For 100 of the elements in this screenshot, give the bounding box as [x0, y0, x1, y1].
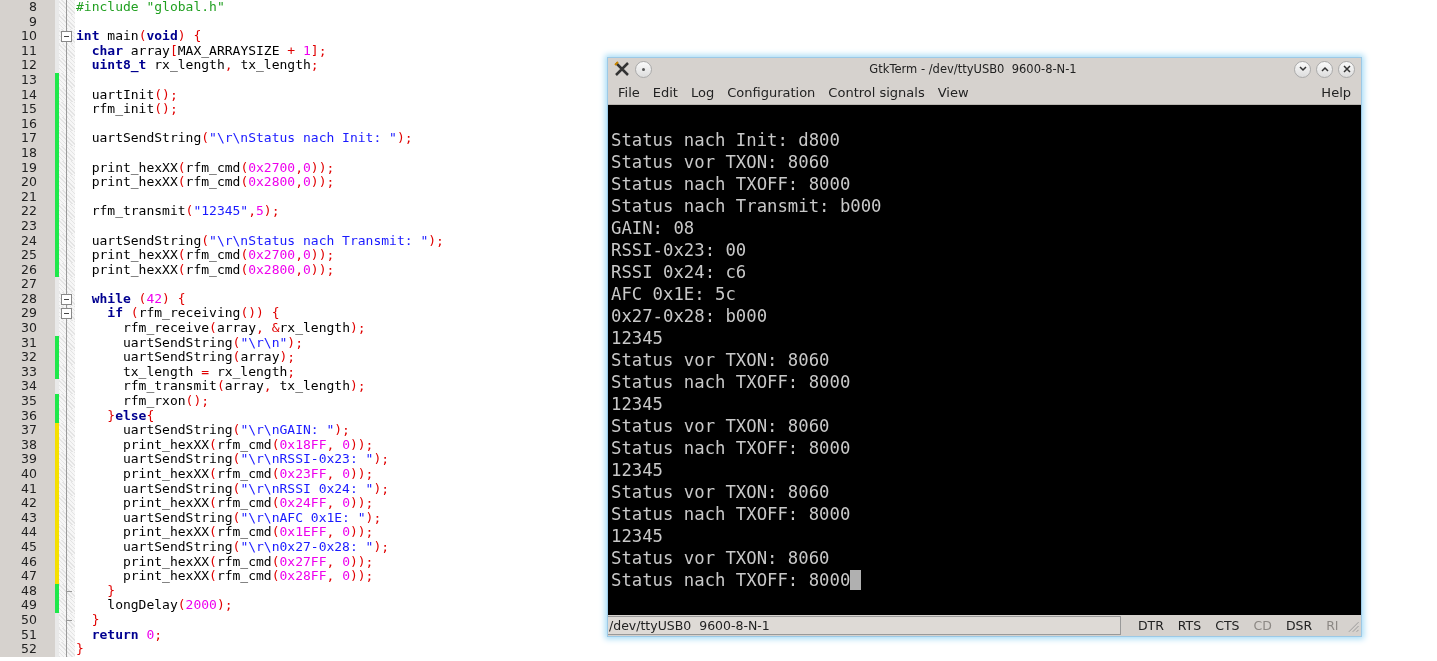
fold-margin — [59, 102, 75, 117]
operator: { — [146, 407, 155, 423]
string-literal: "\r\nStatus nach Init: " — [209, 130, 397, 146]
number-literal: 0 — [303, 159, 311, 175]
operator: ( — [209, 568, 217, 584]
operator: (); — [154, 101, 178, 117]
line-number: 12 — [0, 58, 55, 73]
terminal-line: RSSI 0x24: c6 — [611, 261, 747, 283]
number-literal: 0 — [342, 436, 350, 452]
operator: , — [263, 378, 272, 394]
operator: ( — [177, 159, 186, 175]
operator: ( — [232, 538, 241, 554]
line-number: 34 — [0, 379, 55, 395]
number-literal: 0 — [303, 174, 311, 190]
terminal-line: Status nach Init: d800 — [611, 129, 840, 151]
chevron-down-icon — [1298, 66, 1307, 72]
fold-margin — [59, 350, 75, 365]
terminal-line: Status vor TXON: 8060 — [611, 547, 830, 569]
number-literal: 0x28FF — [279, 568, 327, 584]
number-literal: 0x18FF — [279, 436, 327, 452]
operator: ( — [240, 247, 249, 263]
code-text: tx_length — [240, 57, 311, 73]
chevron-up-icon — [1320, 66, 1329, 72]
number-literal: 2000 — [185, 597, 217, 613]
string-literal: "12345" — [193, 203, 249, 219]
operator: ( — [271, 466, 280, 481]
close-button[interactable] — [1338, 60, 1355, 78]
operator: ); — [373, 480, 390, 496]
fold-margin — [59, 0, 75, 15]
terminal-line: Status nach TXOFF: 8000 — [611, 173, 851, 195]
menu-item[interactable]: Control signals — [828, 84, 925, 100]
terminal-line: GAIN: 08 — [611, 217, 695, 239]
code-text: MAX_ARRAYSIZE — [177, 42, 281, 58]
operator: ( — [137, 290, 147, 306]
operator: ( — [271, 553, 280, 569]
menu-item[interactable]: Edit — [652, 84, 678, 100]
keyword: while — [90, 290, 131, 306]
operator: ; — [310, 57, 319, 73]
code-text: print_hexXX — [121, 436, 210, 452]
fold-margin — [59, 642, 75, 657]
operator: )); — [349, 466, 374, 481]
terminal-line: 12345 — [611, 393, 664, 415]
menu-item[interactable]: Configuration — [727, 84, 816, 100]
code-text: uartInit — [90, 86, 155, 102]
operator: ); — [373, 451, 390, 467]
line-number: 42 — [0, 496, 55, 511]
terminal-line: 0x27-0x28: b000 — [611, 305, 768, 327]
line-number: 47 — [0, 569, 55, 584]
code-text: print_hexXX — [121, 524, 210, 540]
operator: } — [76, 641, 84, 657]
keyword: char — [90, 42, 123, 58]
code-text: uartSendString — [121, 334, 233, 350]
keyword: return — [90, 626, 139, 642]
number-literal: 0 — [303, 247, 311, 263]
operator: ( — [271, 568, 280, 584]
code-text: main — [106, 28, 139, 44]
operator: [ — [169, 42, 178, 58]
number-literal: 0x24FF — [279, 495, 327, 511]
operator: ( — [185, 203, 194, 219]
code-text: array — [240, 349, 280, 365]
code-text: uartSendString — [121, 538, 233, 554]
maximize-button[interactable] — [1316, 60, 1333, 78]
code-text: uartSendString — [121, 509, 233, 525]
code-text: rfm_init — [90, 101, 155, 117]
operator: ); — [287, 334, 303, 350]
line-number: 15 — [0, 102, 55, 117]
line-number: 25 — [0, 248, 55, 263]
line-number: 20 — [0, 175, 55, 190]
menu-item[interactable]: Help — [1321, 84, 1351, 100]
operator: ( — [177, 247, 186, 263]
operator: ()) { — [240, 305, 280, 321]
operator: ( — [240, 174, 249, 190]
operator: ) { — [162, 290, 186, 306]
operator: )); — [310, 174, 335, 190]
code-text: uartSendString — [121, 451, 233, 467]
operator: , — [326, 553, 336, 569]
operator: )); — [310, 159, 335, 175]
string-literal: "\r\nRSSI 0x24: " — [240, 480, 374, 496]
menu-item[interactable]: Log — [690, 84, 715, 100]
menu-item[interactable]: View — [937, 84, 969, 100]
operator: , — [295, 159, 303, 175]
number-literal: 0 — [342, 524, 350, 540]
number-literal: 1 — [303, 42, 311, 58]
terminal-line: Status nach TXOFF: 8000 — [611, 503, 851, 525]
window-menu-button[interactable] — [635, 60, 652, 78]
menu-item[interactable]: File — [618, 84, 640, 100]
number-literal: 0x2800 — [248, 261, 296, 277]
keyword: uint8_t — [90, 57, 147, 73]
operator: )); — [349, 495, 374, 511]
operator: ( — [209, 495, 217, 511]
code-text: rfm_cmd — [216, 466, 272, 481]
code-text: uartSendString — [121, 480, 233, 496]
operator: ; — [154, 626, 163, 642]
minimize-button[interactable] — [1294, 60, 1311, 78]
code-text: rfm_cmd — [216, 568, 272, 584]
operator: , — [295, 247, 303, 263]
operator: ); — [334, 422, 350, 438]
line-number: 8 — [0, 0, 55, 15]
code-text: uartSendString — [121, 422, 233, 438]
operator: ( — [138, 28, 147, 44]
